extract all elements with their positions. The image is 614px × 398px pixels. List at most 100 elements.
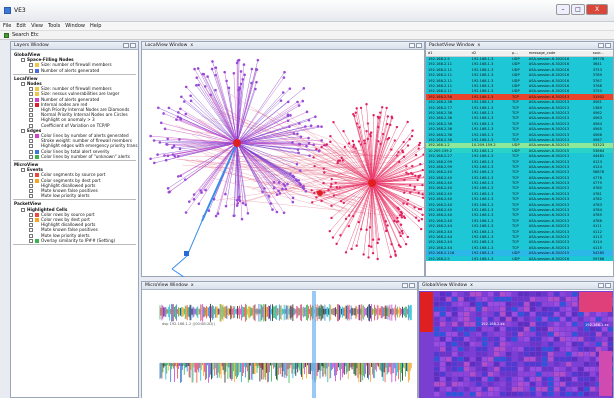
treemap-cell[interactable] <box>488 327 494 332</box>
treemap-cell[interactable] <box>440 317 446 322</box>
treemap-cell[interactable] <box>530 322 536 327</box>
graph-node[interactable] <box>286 119 290 123</box>
treemap-cell[interactable] <box>524 382 530 387</box>
graph-node[interactable] <box>323 191 326 194</box>
treemap-cell[interactable] <box>518 302 524 307</box>
treemap-cell[interactable] <box>524 367 530 372</box>
treemap-cell[interactable] <box>464 317 470 322</box>
treemap-cell[interactable] <box>530 332 536 337</box>
graph-node[interactable] <box>323 171 326 174</box>
graph-node[interactable] <box>235 204 239 207</box>
treemap-cell[interactable] <box>548 367 554 372</box>
treemap-cell[interactable] <box>446 327 452 332</box>
treemap-cell[interactable] <box>482 362 488 367</box>
graph-node[interactable] <box>322 181 325 185</box>
treemap-cell[interactable] <box>524 322 530 327</box>
treemap-cell[interactable] <box>506 392 512 397</box>
treemap-cell[interactable] <box>560 337 566 342</box>
treemap-cell[interactable] <box>566 337 572 342</box>
treemap-cell[interactable] <box>530 382 536 387</box>
treemap-cell[interactable] <box>536 352 542 357</box>
treemap-cell[interactable] <box>572 302 578 307</box>
treemap-cell[interactable] <box>578 377 584 382</box>
treemap-cell[interactable] <box>458 362 464 367</box>
treemap-cell[interactable] <box>554 352 560 357</box>
treemap-cell[interactable] <box>458 372 464 377</box>
treemap-cell[interactable] <box>470 307 476 312</box>
treemap-cell[interactable] <box>500 302 506 307</box>
treemap-cell[interactable] <box>548 377 554 382</box>
treemap-cell[interactable] <box>476 347 482 352</box>
treemap-cell[interactable] <box>542 347 548 352</box>
treemap-cell[interactable] <box>536 357 542 362</box>
treemap-cell[interactable] <box>524 307 530 312</box>
graph-node[interactable] <box>283 70 286 74</box>
treemap-cell[interactable] <box>566 302 572 307</box>
treemap-cell[interactable] <box>458 327 464 332</box>
graph-node[interactable] <box>350 247 353 251</box>
graph-node[interactable] <box>355 244 358 247</box>
treemap-cell[interactable] <box>518 377 524 382</box>
graph-node[interactable] <box>297 104 301 107</box>
treemap-cell[interactable] <box>548 292 554 297</box>
treemap-cell[interactable] <box>572 322 578 327</box>
treemap-cell[interactable] <box>572 337 578 342</box>
treemap-cell[interactable] <box>572 372 578 377</box>
treemap-cell[interactable] <box>584 312 590 317</box>
treemap-cell[interactable] <box>482 317 488 322</box>
treemap-cell[interactable] <box>608 337 613 342</box>
treemap-cell[interactable] <box>494 382 500 387</box>
treemap-cell[interactable] <box>446 352 452 357</box>
graph-node[interactable] <box>377 238 381 241</box>
treemap-cell[interactable] <box>548 312 554 317</box>
graph-node[interactable] <box>288 125 291 129</box>
treemap-cell[interactable] <box>572 327 578 332</box>
treemap-cell[interactable] <box>506 317 512 322</box>
treemap-cell[interactable] <box>500 307 506 312</box>
treemap-cell[interactable] <box>608 347 613 352</box>
treemap-cell[interactable] <box>500 372 506 377</box>
graph-node[interactable] <box>180 95 183 99</box>
treemap-cell[interactable] <box>542 327 548 332</box>
treemap-cell[interactable] <box>512 307 518 312</box>
treemap-cell[interactable] <box>572 292 578 297</box>
treemap-cell[interactable] <box>590 387 596 392</box>
treemap-cell[interactable] <box>494 352 500 357</box>
layer-item[interactable]: Overlay similarity to IP## (Setting) <box>29 238 115 243</box>
graph-node[interactable] <box>371 251 375 255</box>
treemap-cell[interactable] <box>464 302 470 307</box>
treemap-cell[interactable] <box>500 317 506 322</box>
treemap-cell[interactable] <box>494 362 500 367</box>
graph-node[interactable] <box>236 201 240 205</box>
treemap-cell[interactable] <box>512 337 518 342</box>
graph-node[interactable] <box>376 241 379 245</box>
graph-node[interactable] <box>167 190 171 194</box>
treemap-cell[interactable] <box>596 342 602 347</box>
treemap-cell[interactable] <box>470 317 476 322</box>
treemap-cell[interactable] <box>434 377 440 382</box>
treemap-cell[interactable] <box>476 377 482 382</box>
treemap-cell[interactable] <box>578 362 584 367</box>
treemap-cell[interactable] <box>578 387 584 392</box>
treemap-cell[interactable] <box>470 387 476 392</box>
graph-node[interactable] <box>255 80 258 84</box>
treemap-cell[interactable] <box>476 292 482 297</box>
graph-node[interactable] <box>400 229 404 233</box>
treemap-cell[interactable] <box>566 352 572 357</box>
treemap-cell[interactable] <box>560 342 566 347</box>
treemap-cell[interactable] <box>524 302 530 307</box>
treemap-cell[interactable] <box>554 307 560 312</box>
treemap-cell[interactable] <box>440 332 446 337</box>
treemap-cell[interactable] <box>536 387 542 392</box>
treemap-cell[interactable] <box>488 332 494 337</box>
graph-node[interactable] <box>240 217 244 221</box>
graph-node[interactable] <box>314 115 317 119</box>
treemap-cell[interactable] <box>434 337 440 342</box>
treemap-cell[interactable] <box>440 292 446 297</box>
graph-node[interactable] <box>279 99 283 102</box>
graph-node[interactable] <box>340 156 343 160</box>
treemap-cell[interactable] <box>536 317 542 322</box>
treemap-cell[interactable] <box>572 312 578 317</box>
graph-node[interactable] <box>201 72 205 76</box>
treemap-cell[interactable] <box>452 367 458 372</box>
